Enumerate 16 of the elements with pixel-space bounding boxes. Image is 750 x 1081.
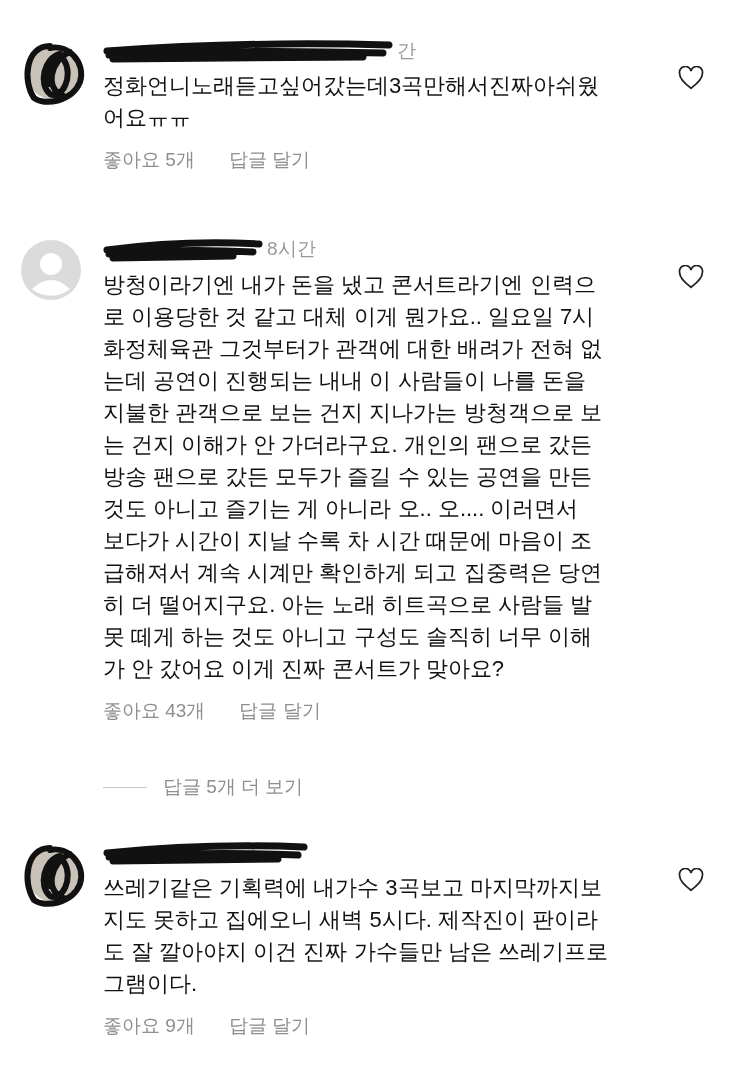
comment-text: 정화언니노래듣고싶어갔는데3곡만해서진짜아쉬웠 어요ㅠㅠ	[103, 72, 601, 132]
like-count[interactable]: 좋아요 5개	[103, 146, 195, 175]
comment-text: 쓰레기같은 기획력에 내가수 3곡보고 마지막까지보 지도 못하고 집에오니 새벽 5시다. 제작진이 판이라 도 잘 깔아야지 이건 진짜 가수들만 남은 쓰레기프로 그램이다.	[103, 873, 609, 998]
heart-icon[interactable]	[678, 264, 704, 289]
heart-icon[interactable]	[678, 867, 704, 892]
comment-text: 방청이라기엔 내가 돈을 냈고 콘서트라기엔 인력으 로 이용당한 것 같고 대체 이게 뭔가요.. 일요일 7시 화정체육관 그것부터가 관객에 대한 배려가 전혀 없 는데 공연이 진행되는 내내 이 사람들이 나를 돈을 지불한 관객으로 보는 건지 지나가는 방청객으로 보 는 건지 이해가 안 가더라구요. 개인의 팬으로 갔든 방송 팬으로 갔든 모두가 즐길 수 있는 공연을 만든 것도 아니고 즐기는 게 아니라 오.. 오.... 이러면서 보다가 시간이 지날 수록 차 시간 때문에 마음이 조 급해져서 계속 시계만 확인하게 되고 집중력은 당연 히 더 떨어지구요. 아는 노래 히트곡으로 사람들 발 못 떼게 하는 것도 아니고 구성도 솔직히 너무 이해 가 안 갔어요 이게 진짜 콘서트가 맞아요?	[103, 270, 603, 683]
heart-icon[interactable]	[678, 66, 704, 90]
comment-time: 8시간	[267, 237, 316, 262]
view-more-replies-link[interactable]: 답글 5개 더 보기	[163, 773, 304, 802]
reply-link[interactable]: 답글 달기	[228, 146, 311, 175]
reply-link[interactable]: 답글 달기	[239, 696, 321, 725]
comment-time: 간	[397, 38, 416, 63]
like-count[interactable]: 좋아요 9개	[103, 1011, 195, 1040]
avatar-icon	[20, 238, 82, 301]
reply-link[interactable]: 답글 달기	[228, 1011, 311, 1040]
like-count[interactable]: 좋아요 43개	[103, 696, 206, 725]
